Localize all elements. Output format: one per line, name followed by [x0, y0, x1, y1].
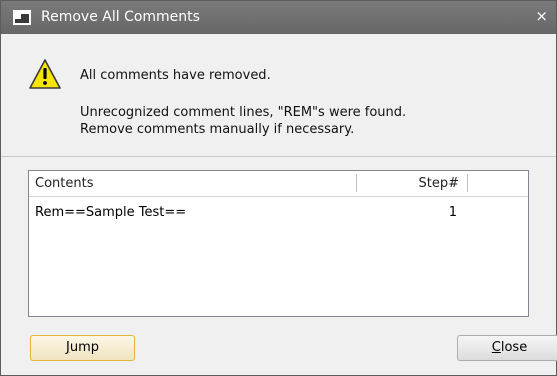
jump-button[interactable]: Jump	[30, 335, 135, 361]
warning-icon	[29, 59, 61, 89]
message-line-2: Unrecognized comment lines, "REM"s were …	[80, 105, 407, 120]
column-divider[interactable]	[356, 174, 357, 192]
list-row[interactable]: Rem==Sample Test== 1	[29, 204, 528, 222]
close-window-icon[interactable]: ×	[535, 7, 548, 25]
close-mnemonic: C	[491, 340, 501, 355]
title-bar[interactable]: Remove All Comments ×	[1, 1, 556, 34]
message-line-3: Remove comments manually if necessary.	[80, 122, 355, 137]
column-header-step[interactable]: Step#	[359, 171, 460, 196]
close-label: lose	[500, 340, 528, 355]
jump-label: ump	[69, 340, 99, 355]
list-header: Contents Step#	[29, 171, 528, 197]
app-window-icon	[13, 10, 31, 25]
window-title: Remove All Comments	[41, 9, 200, 25]
cell-step: 1	[448, 205, 457, 220]
close-button[interactable]: Close	[457, 335, 557, 361]
comments-list[interactable]: Contents Step# Rem==Sample Test== 1	[28, 170, 529, 317]
column-divider[interactable]	[467, 174, 468, 192]
separator-line	[1, 156, 556, 157]
column-header-contents[interactable]: Contents	[35, 171, 355, 196]
cell-contents: Rem==Sample Test==	[35, 205, 187, 220]
dialog-window: Remove All Comments × All comments have …	[0, 0, 557, 376]
message-line-1: All comments have removed.	[80, 68, 271, 83]
